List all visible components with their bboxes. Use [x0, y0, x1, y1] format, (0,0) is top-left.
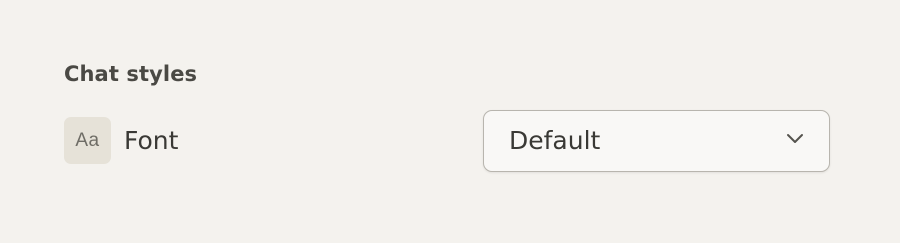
- font-setting-row: Aa Font Default: [64, 110, 832, 172]
- section-title: Chat styles: [64, 62, 198, 86]
- font-select-value: Default: [509, 126, 601, 155]
- font-select-dropdown[interactable]: Default: [483, 110, 830, 172]
- font-icon: Aa: [64, 117, 111, 164]
- chevron-down-icon: [787, 134, 803, 143]
- font-setting-label: Font: [124, 126, 179, 155]
- chat-styles-section: Chat styles Aa Font Default: [64, 56, 832, 172]
